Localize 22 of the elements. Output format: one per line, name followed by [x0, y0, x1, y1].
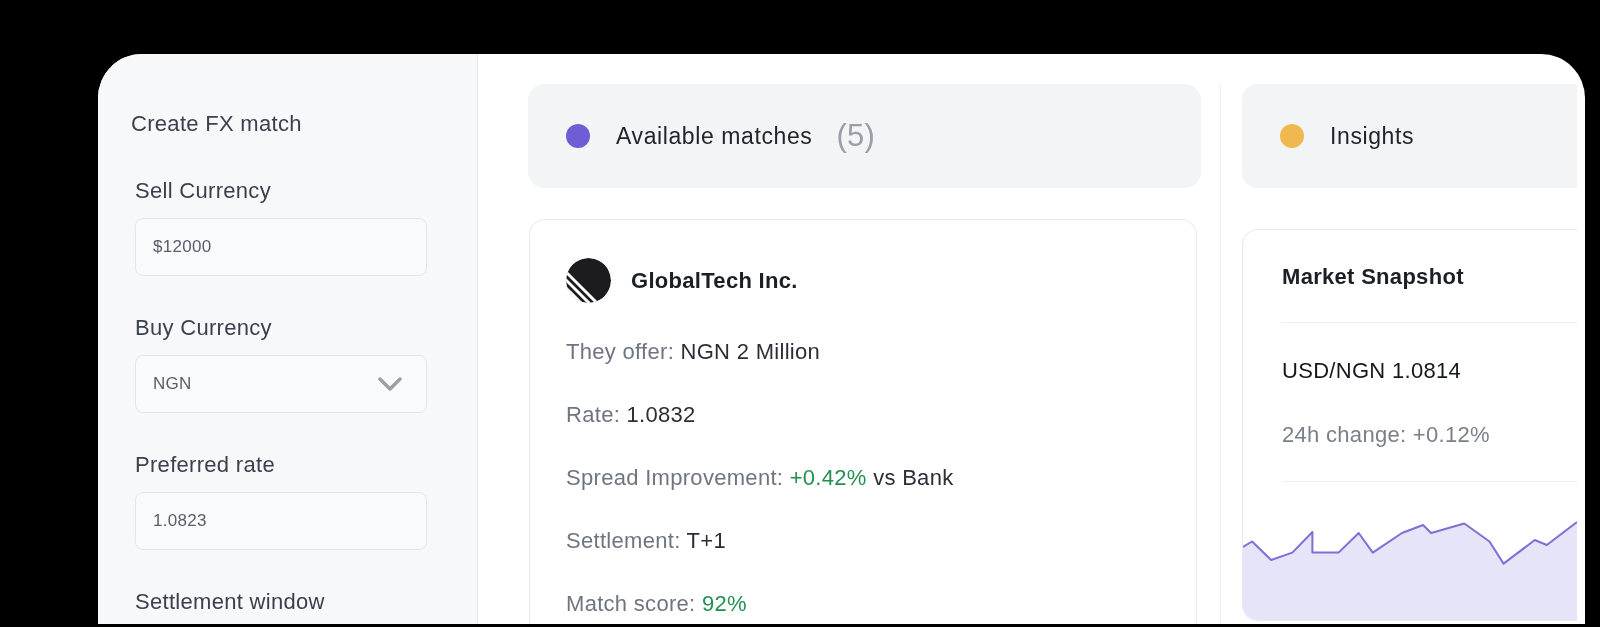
section-title: Available matches	[616, 122, 813, 150]
striped-circle-icon	[566, 258, 611, 303]
field-label: Preferred rate	[135, 451, 275, 478]
form-title: Create FX match	[131, 110, 302, 137]
company-name: GlobalTech Inc.	[631, 267, 798, 294]
match-count: (5)	[836, 118, 876, 154]
chevron-down-icon	[378, 377, 402, 391]
section-title: Insights	[1330, 122, 1415, 150]
card-title: Market Snapshot	[1282, 263, 1464, 291]
field-label: Buy Currency	[135, 314, 272, 341]
field-label: Settlement window	[135, 588, 325, 615]
offer-detail: Spread Improvement: +0.42% vs Bank	[566, 464, 954, 492]
offer-detail: Settlement: T+1	[566, 527, 727, 555]
rate-change: 24h change: +0.12%	[1282, 421, 1490, 449]
exchange-rate: USD/NGN 1.0814	[1282, 357, 1462, 385]
offer-detail: Match score: 92%	[566, 590, 747, 618]
offer-detail: Rate: 1.0832	[566, 401, 696, 429]
currency-select[interactable]: NGN	[135, 355, 427, 413]
offer-detail: They offer: NGN 2 Million	[566, 338, 821, 366]
input-field[interactable]: $12000	[135, 218, 427, 276]
input-field[interactable]: 1.0823	[135, 492, 427, 550]
field-label: Sell Currency	[135, 177, 271, 204]
